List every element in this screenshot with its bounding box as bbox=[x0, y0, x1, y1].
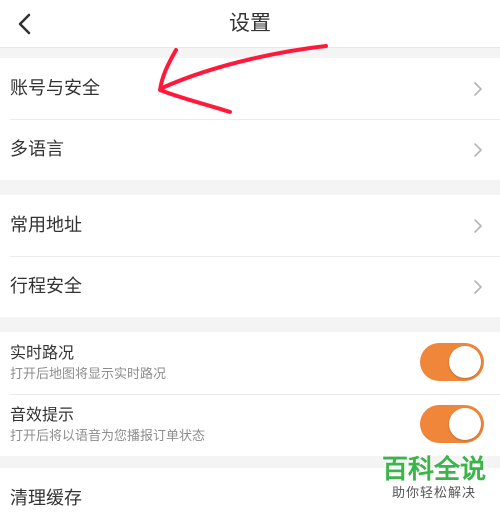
chevron-right-icon bbox=[474, 143, 482, 157]
toggle-knob bbox=[449, 346, 481, 378]
red-arrow-annotation bbox=[158, 44, 328, 114]
toggle-title: 实时路况 bbox=[10, 343, 75, 362]
settings-item-sound-alert: 音效提示 打开后将以语音为您播报订单状态 bbox=[0, 394, 500, 456]
watermark-subtitle: 助你轻松解决 bbox=[391, 486, 476, 501]
toggle-knob bbox=[449, 408, 481, 440]
toggle-subtitle: 打开后地图将显示实时路况 bbox=[10, 367, 167, 382]
watermark-title: 百科全说 bbox=[381, 455, 486, 485]
page-title: 设置 bbox=[229, 11, 271, 35]
toggle-subtitle: 打开后将以语音为您播报订单状态 bbox=[10, 429, 206, 444]
settings-group-travel: 常用地址 行程安全 bbox=[0, 195, 500, 317]
settings-item-trip-safety[interactable]: 行程安全 bbox=[0, 256, 500, 317]
settings-group-toggles: 实时路况 打开后地图将显示实时路况 音效提示 打开后将以语音为您播报订单状态 bbox=[0, 332, 500, 456]
sound-alert-toggle[interactable] bbox=[420, 405, 484, 443]
settings-item-label: 行程安全 bbox=[10, 276, 82, 297]
chevron-right-icon bbox=[474, 219, 482, 233]
settings-item-label: 账号与安全 bbox=[10, 78, 100, 99]
watermark: 百科全说 助你轻松解决 bbox=[382, 455, 486, 503]
settings-item-language[interactable]: 多语言 bbox=[0, 119, 500, 180]
settings-item-label: 多语言 bbox=[10, 139, 64, 160]
chevron-right-icon bbox=[474, 82, 482, 96]
toggle-title: 音效提示 bbox=[10, 405, 75, 424]
settings-item-common-address[interactable]: 常用地址 bbox=[0, 195, 500, 256]
settings-item-label: 常用地址 bbox=[10, 215, 82, 236]
settings-item-live-traffic: 实时路况 打开后地图将显示实时路况 bbox=[0, 332, 500, 394]
chevron-right-icon bbox=[474, 280, 482, 294]
live-traffic-toggle[interactable] bbox=[420, 343, 484, 381]
